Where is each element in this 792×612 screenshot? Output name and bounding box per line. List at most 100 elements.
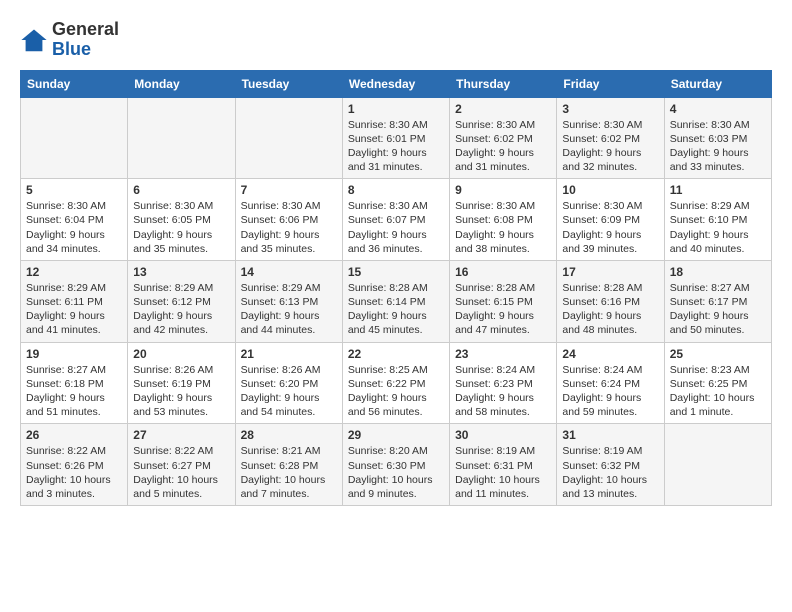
calendar-cell: 1 Sunrise: 8:30 AM Sunset: 6:01 PM Daylig… <box>342 97 449 179</box>
calendar-cell: 15 Sunrise: 8:28 AM Sunset: 6:14 PM Dayli… <box>342 260 449 342</box>
day-number: 26 <box>26 428 122 442</box>
logo-icon <box>20 26 48 54</box>
day-info: Sunrise: 8:24 AM Sunset: 6:23 PM Dayligh… <box>455 363 551 420</box>
day-number: 12 <box>26 265 122 279</box>
day-number: 16 <box>455 265 551 279</box>
day-number: 30 <box>455 428 551 442</box>
calendar-table: SundayMondayTuesdayWednesdayThursdayFrid… <box>20 70 772 506</box>
calendar-cell: 21Sunrise: 8:26 AM Sunset: 6:20 PM Dayli… <box>235 342 342 424</box>
calendar-cell <box>235 97 342 179</box>
day-number: 24 <box>562 347 658 361</box>
day-number: 11 <box>670 183 766 197</box>
day-info: Sunrise: 8:26 AM Sunset: 6:19 PM Dayligh… <box>133 363 229 420</box>
day-info: Sunrise: 8:24 AM Sunset: 6:24 PM Dayligh… <box>562 363 658 420</box>
day-info: Sunrise: 8:27 AM Sunset: 6:18 PM Dayligh… <box>26 363 122 420</box>
day-info: Sunrise: 8:28 AM Sunset: 6:15 PM Dayligh… <box>455 281 551 338</box>
calendar-cell: 16 Sunrise: 8:28 AM Sunset: 6:15 PM Dayli… <box>450 260 557 342</box>
day-number: 6 <box>133 183 229 197</box>
day-number: 1 <box>348 102 444 116</box>
calendar-cell: 17 Sunrise: 8:28 AM Sunset: 6:16 PM Dayli… <box>557 260 664 342</box>
calendar-cell: 10 Sunrise: 8:30 AM Sunset: 6:09 PM Dayli… <box>557 179 664 261</box>
day-number: 13 <box>133 265 229 279</box>
day-info: Sunrise: 8:30 AM Sunset: 6:05 PM Dayligh… <box>133 199 229 256</box>
day-info: Sunrise: 8:28 AM Sunset: 6:16 PM Dayligh… <box>562 281 658 338</box>
calendar-cell: 6 Sunrise: 8:30 AM Sunset: 6:05 PM Daylig… <box>128 179 235 261</box>
day-number: 28 <box>241 428 337 442</box>
calendar-cell: 24 Sunrise: 8:24 AM Sunset: 6:24 PM Dayli… <box>557 342 664 424</box>
day-info: Sunrise: 8:23 AM Sunset: 6:25 PM Dayligh… <box>670 363 766 420</box>
calendar-cell: 26 Sunrise: 8:22 AM Sunset: 6:26 PM Dayli… <box>21 424 128 506</box>
day-info: Sunrise: 8:26 AM Sunset: 6:20 PM Dayligh… <box>241 363 337 420</box>
calendar-cell: 12Sunrise: 8:29 AM Sunset: 6:11 PM Dayli… <box>21 260 128 342</box>
day-info: Sunrise: 8:22 AM Sunset: 6:27 PM Dayligh… <box>133 444 229 501</box>
calendar-cell <box>664 424 771 506</box>
weekday-sunday: Sunday <box>21 70 128 97</box>
day-number: 20 <box>133 347 229 361</box>
calendar-week-4: 19Sunrise: 8:27 AM Sunset: 6:18 PM Dayli… <box>21 342 772 424</box>
weekday-header-row: SundayMondayTuesdayWednesdayThursdayFrid… <box>21 70 772 97</box>
day-number: 4 <box>670 102 766 116</box>
day-info: Sunrise: 8:30 AM Sunset: 6:02 PM Dayligh… <box>455 118 551 175</box>
calendar-cell: 2Sunrise: 8:30 AM Sunset: 6:02 PM Daylig… <box>450 97 557 179</box>
calendar-header: SundayMondayTuesdayWednesdayThursdayFrid… <box>21 70 772 97</box>
day-number: 8 <box>348 183 444 197</box>
logo: General Blue <box>20 20 119 60</box>
day-info: Sunrise: 8:21 AM Sunset: 6:28 PM Dayligh… <box>241 444 337 501</box>
day-number: 29 <box>348 428 444 442</box>
weekday-saturday: Saturday <box>664 70 771 97</box>
calendar-cell <box>128 97 235 179</box>
calendar-cell: 13 Sunrise: 8:29 AM Sunset: 6:12 PM Dayli… <box>128 260 235 342</box>
day-number: 3 <box>562 102 658 116</box>
weekday-monday: Monday <box>128 70 235 97</box>
day-info: Sunrise: 8:22 AM Sunset: 6:26 PM Dayligh… <box>26 444 122 501</box>
calendar-cell: 20 Sunrise: 8:26 AM Sunset: 6:19 PM Dayli… <box>128 342 235 424</box>
day-info: Sunrise: 8:19 AM Sunset: 6:32 PM Dayligh… <box>562 444 658 501</box>
day-number: 5 <box>26 183 122 197</box>
weekday-wednesday: Wednesday <box>342 70 449 97</box>
calendar-cell: 28 Sunrise: 8:21 AM Sunset: 6:28 PM Dayli… <box>235 424 342 506</box>
day-info: Sunrise: 8:25 AM Sunset: 6:22 PM Dayligh… <box>348 363 444 420</box>
day-number: 17 <box>562 265 658 279</box>
calendar-week-3: 12Sunrise: 8:29 AM Sunset: 6:11 PM Dayli… <box>21 260 772 342</box>
calendar-cell: 23 Sunrise: 8:24 AM Sunset: 6:23 PM Dayli… <box>450 342 557 424</box>
day-info: Sunrise: 8:29 AM Sunset: 6:13 PM Dayligh… <box>241 281 337 338</box>
weekday-friday: Friday <box>557 70 664 97</box>
day-info: Sunrise: 8:30 AM Sunset: 6:07 PM Dayligh… <box>348 199 444 256</box>
calendar-week-5: 26 Sunrise: 8:22 AM Sunset: 6:26 PM Dayli… <box>21 424 772 506</box>
day-info: Sunrise: 8:30 AM Sunset: 6:01 PM Dayligh… <box>348 118 444 175</box>
day-info: Sunrise: 8:20 AM Sunset: 6:30 PM Dayligh… <box>348 444 444 501</box>
day-info: Sunrise: 8:30 AM Sunset: 6:06 PM Dayligh… <box>241 199 337 256</box>
logo-text: General Blue <box>52 20 119 60</box>
calendar-week-2: 5Sunrise: 8:30 AM Sunset: 6:04 PM Daylig… <box>21 179 772 261</box>
calendar-cell: 11 Sunrise: 8:29 AM Sunset: 6:10 PM Dayli… <box>664 179 771 261</box>
calendar-cell: 14 Sunrise: 8:29 AM Sunset: 6:13 PM Dayli… <box>235 260 342 342</box>
day-number: 31 <box>562 428 658 442</box>
calendar-cell: 19Sunrise: 8:27 AM Sunset: 6:18 PM Dayli… <box>21 342 128 424</box>
day-info: Sunrise: 8:29 AM Sunset: 6:10 PM Dayligh… <box>670 199 766 256</box>
calendar-cell: 30Sunrise: 8:19 AM Sunset: 6:31 PM Dayli… <box>450 424 557 506</box>
calendar-week-1: 1 Sunrise: 8:30 AM Sunset: 6:01 PM Daylig… <box>21 97 772 179</box>
day-number: 25 <box>670 347 766 361</box>
day-info: Sunrise: 8:30 AM Sunset: 6:09 PM Dayligh… <box>562 199 658 256</box>
day-info: Sunrise: 8:28 AM Sunset: 6:14 PM Dayligh… <box>348 281 444 338</box>
calendar-cell: 29 Sunrise: 8:20 AM Sunset: 6:30 PM Dayli… <box>342 424 449 506</box>
day-info: Sunrise: 8:29 AM Sunset: 6:12 PM Dayligh… <box>133 281 229 338</box>
day-number: 23 <box>455 347 551 361</box>
calendar-cell: 22Sunrise: 8:25 AM Sunset: 6:22 PM Dayli… <box>342 342 449 424</box>
day-number: 7 <box>241 183 337 197</box>
day-number: 10 <box>562 183 658 197</box>
calendar-cell: 18 Sunrise: 8:27 AM Sunset: 6:17 PM Dayli… <box>664 260 771 342</box>
calendar-cell: 5Sunrise: 8:30 AM Sunset: 6:04 PM Daylig… <box>21 179 128 261</box>
calendar-body: 1 Sunrise: 8:30 AM Sunset: 6:01 PM Daylig… <box>21 97 772 505</box>
calendar-cell: 27 Sunrise: 8:22 AM Sunset: 6:27 PM Dayli… <box>128 424 235 506</box>
day-info: Sunrise: 8:30 AM Sunset: 6:08 PM Dayligh… <box>455 199 551 256</box>
calendar-cell <box>21 97 128 179</box>
calendar-cell: 9Sunrise: 8:30 AM Sunset: 6:08 PM Daylig… <box>450 179 557 261</box>
day-number: 15 <box>348 265 444 279</box>
calendar-cell: 25 Sunrise: 8:23 AM Sunset: 6:25 PM Dayli… <box>664 342 771 424</box>
day-info: Sunrise: 8:27 AM Sunset: 6:17 PM Dayligh… <box>670 281 766 338</box>
day-info: Sunrise: 8:30 AM Sunset: 6:02 PM Dayligh… <box>562 118 658 175</box>
day-number: 27 <box>133 428 229 442</box>
day-number: 14 <box>241 265 337 279</box>
day-number: 18 <box>670 265 766 279</box>
